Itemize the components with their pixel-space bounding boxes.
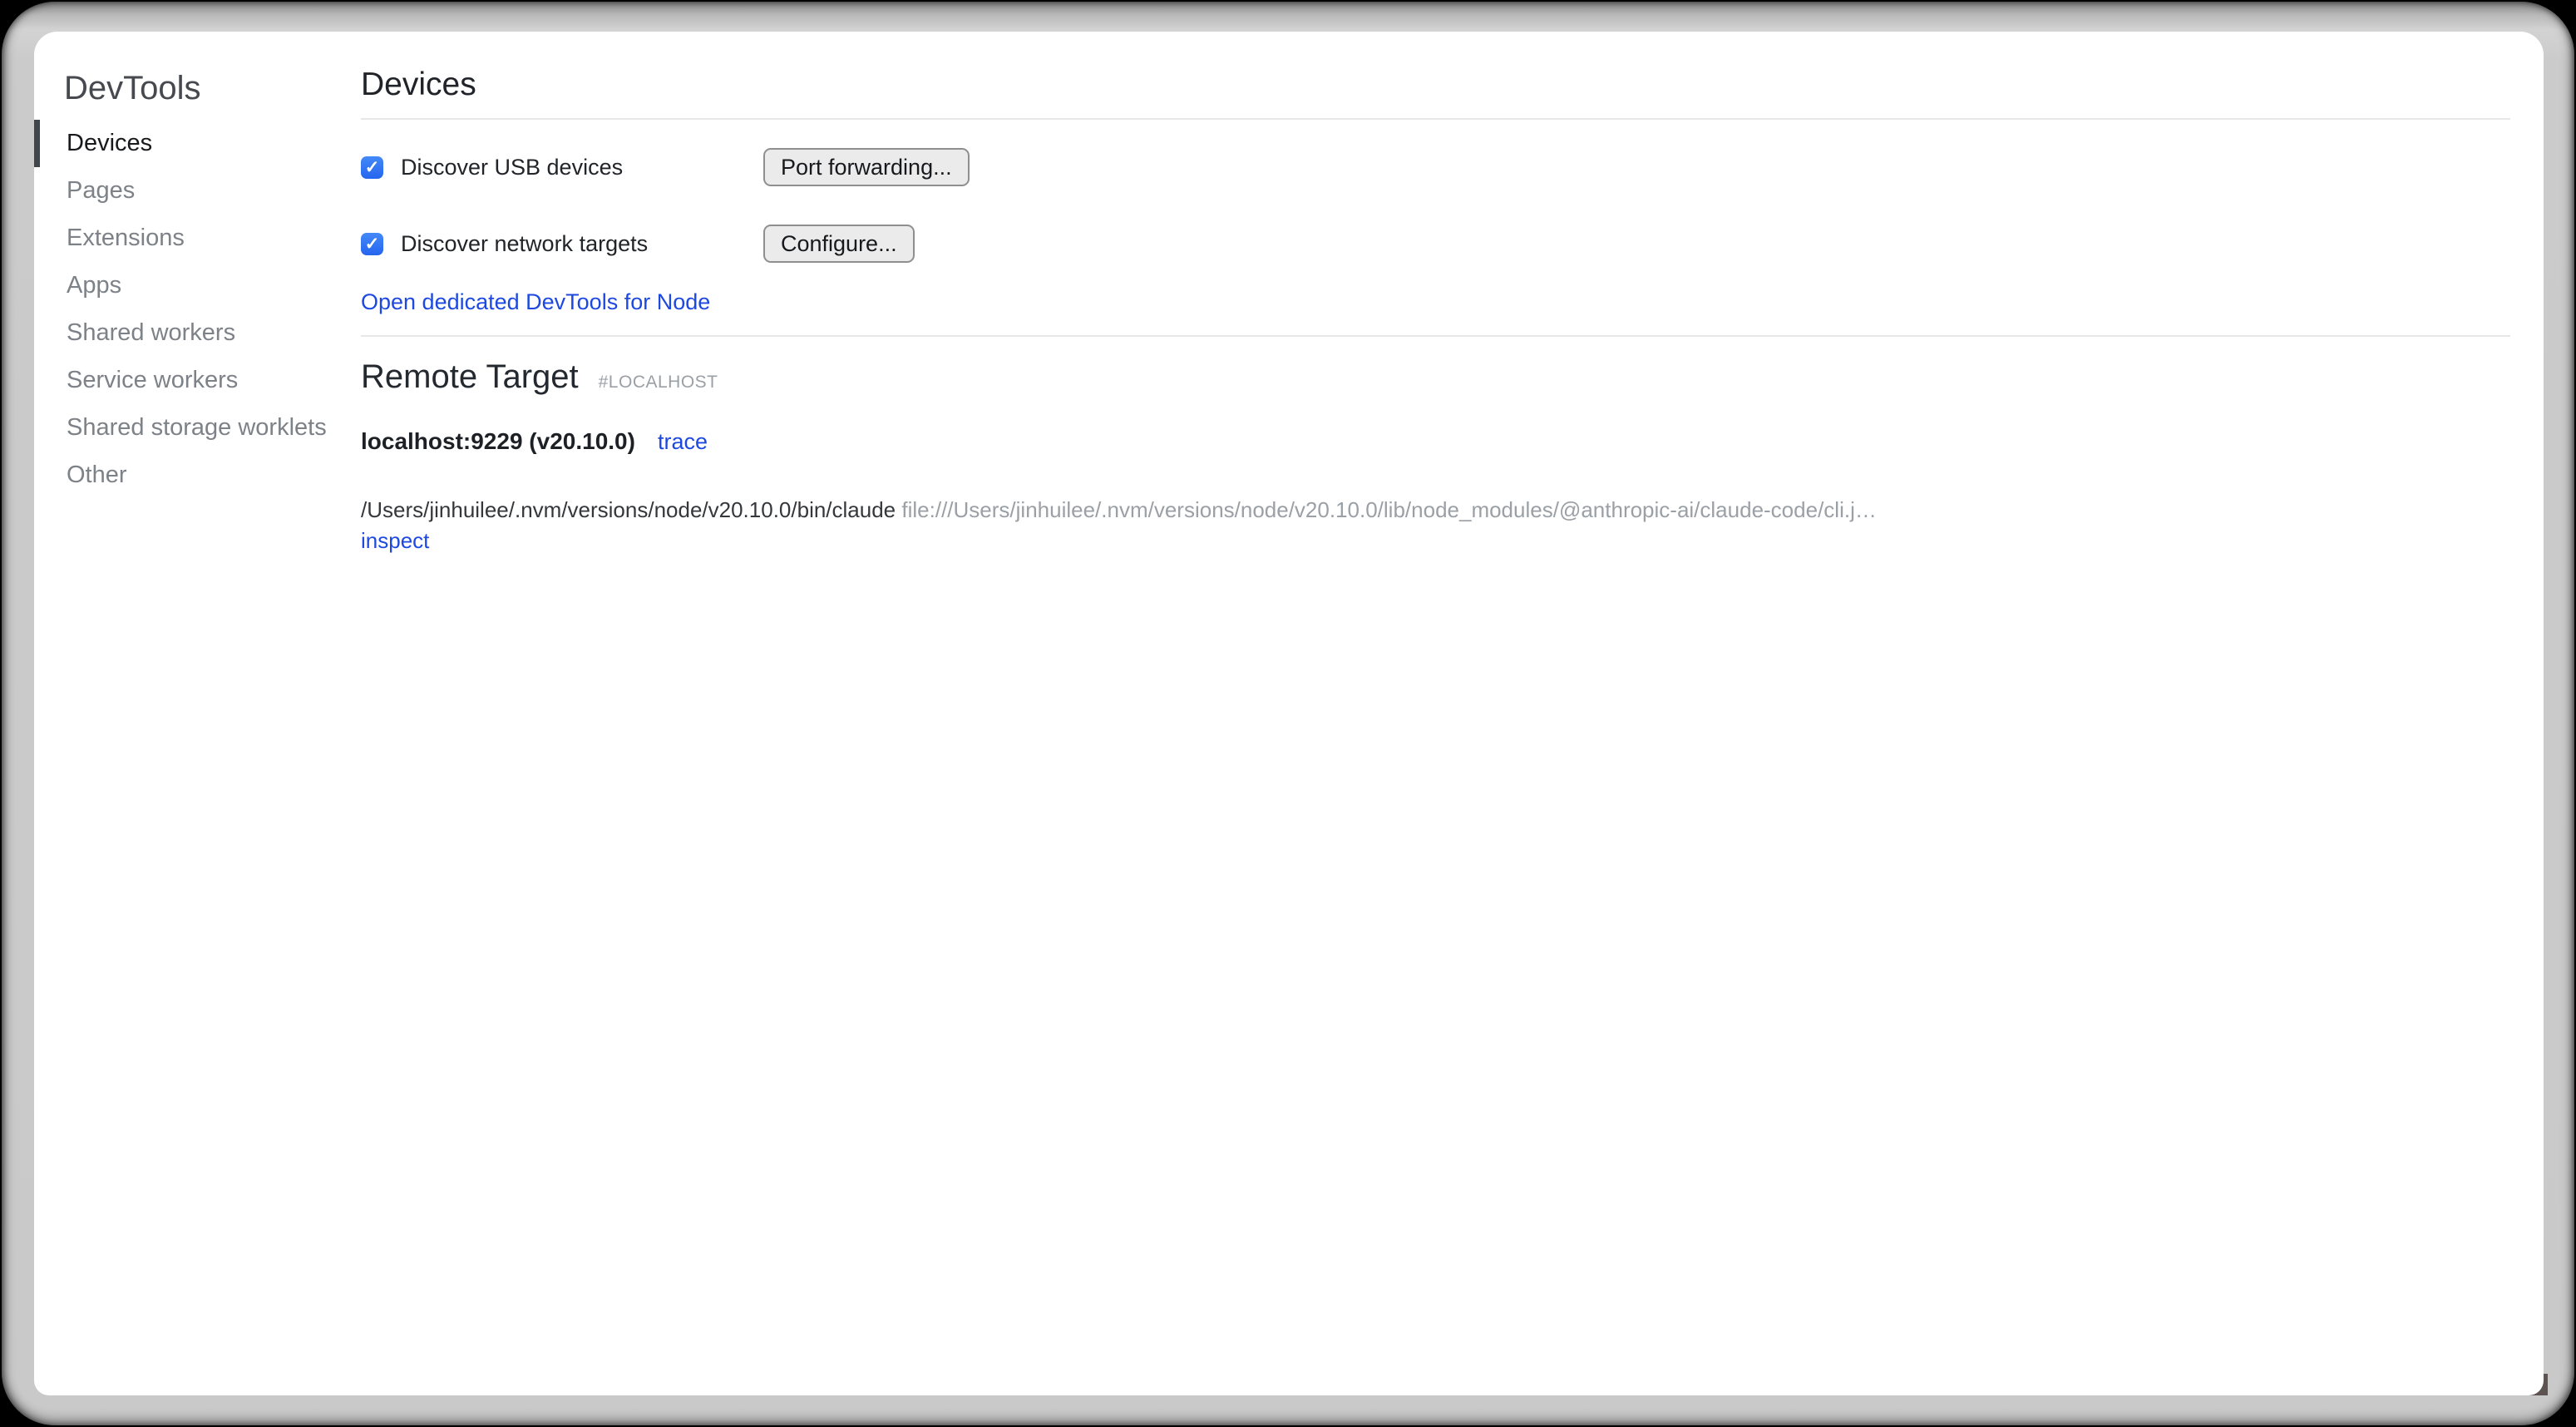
checkmark-icon: ✓ <box>365 235 380 253</box>
sidebar-item-label: Apps <box>67 272 121 299</box>
remote-target-title: Remote Target <box>361 357 579 397</box>
discover-usb-group: ✓ Discover USB devices <box>361 155 763 180</box>
sidebar-item-label: Service workers <box>67 367 238 394</box>
port-forwarding-button[interactable]: Port forwarding... <box>763 148 970 186</box>
sidebar-item-label: Shared storage worklets <box>67 414 327 442</box>
checkmark-icon: ✓ <box>365 159 380 176</box>
inspect-link[interactable]: inspect <box>361 528 429 553</box>
sidebar-item-devices[interactable]: Devices <box>34 120 361 167</box>
node-devtools-row: Open dedicated DevTools for Node <box>361 288 2510 316</box>
sidebar-item-service-workers[interactable]: Service workers <box>34 357 361 404</box>
divider <box>361 118 2510 120</box>
sidebar-nav: Devices Pages Extensions Apps Shared wor… <box>34 120 361 499</box>
screen-frame: DevTools Devices Pages Extensions Apps S… <box>2 2 2574 1425</box>
sidebar-item-other[interactable]: Other <box>34 452 361 499</box>
sidebar-item-extensions[interactable]: Extensions <box>34 215 361 262</box>
sidebar-item-label: Pages <box>67 177 135 205</box>
divider <box>361 335 2510 337</box>
sidebar-item-label: Other <box>67 462 127 489</box>
discover-usb-label: Discover USB devices <box>401 155 623 180</box>
localhost-badge: #LOCALHOST <box>599 373 718 393</box>
sidebar-item-label: Shared workers <box>67 319 235 347</box>
configure-button[interactable]: Configure... <box>763 225 915 263</box>
sidebar-item-label: Devices <box>67 130 152 157</box>
sidebar-item-pages[interactable]: Pages <box>34 167 361 215</box>
sidebar-item-apps[interactable]: Apps <box>34 262 361 309</box>
sidebar-item-label: Extensions <box>67 225 185 252</box>
devtools-window: DevTools Devices Pages Extensions Apps S… <box>34 32 2544 1395</box>
discover-usb-checkbox[interactable]: ✓ <box>361 156 383 179</box>
main-panel: Devices ✓ Discover USB devices Port forw… <box>361 32 2544 1395</box>
sidebar-title: DevTools <box>64 68 361 108</box>
inspect-line: inspect <box>361 526 2510 556</box>
target-name: localhost:9229 (v20.10.0) <box>361 427 635 457</box>
discover-usb-row: ✓ Discover USB devices Port forwarding..… <box>361 148 2510 186</box>
sidebar-item-shared-storage-worklets[interactable]: Shared storage worklets <box>34 404 361 452</box>
remote-target-heading-row: Remote Target #LOCALHOST <box>361 357 2510 397</box>
trace-link[interactable]: trace <box>658 427 708 457</box>
file-url: file:///Users/jinhuilee/.nvm/versions/no… <box>901 497 1876 522</box>
discover-network-checkbox[interactable]: ✓ <box>361 233 383 255</box>
process-path: /Users/jinhuilee/.nvm/versions/node/v20.… <box>361 497 896 522</box>
open-node-devtools-link[interactable]: Open dedicated DevTools for Node <box>361 289 710 314</box>
target-path-line: /Users/jinhuilee/.nvm/versions/node/v20.… <box>361 495 2510 526</box>
discover-network-row: ✓ Discover network targets Configure... <box>361 225 2510 263</box>
sidebar-item-shared-workers[interactable]: Shared workers <box>34 309 361 357</box>
page-title: Devices <box>361 65 2510 105</box>
discover-network-group: ✓ Discover network targets <box>361 231 763 257</box>
target-row: localhost:9229 (v20.10.0) trace <box>361 427 2510 457</box>
discover-network-label: Discover network targets <box>401 231 648 257</box>
sidebar: DevTools Devices Pages Extensions Apps S… <box>34 32 361 1395</box>
target-details: /Users/jinhuilee/.nvm/versions/node/v20.… <box>361 495 2510 556</box>
